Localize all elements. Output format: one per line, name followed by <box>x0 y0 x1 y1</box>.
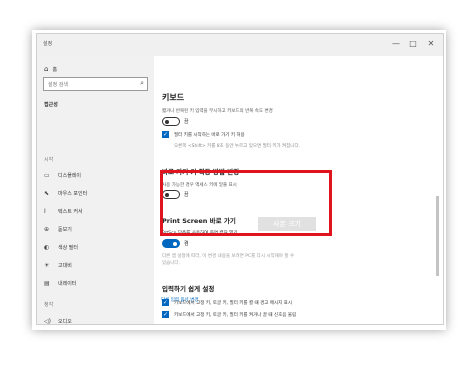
search-icon: ⌕ <box>140 79 144 87</box>
beep-checkbox[interactable]: ✓ <box>162 311 169 318</box>
sidebar: ⌂ 홈 설정 검색 ⌕ 접근성 시각 ▭ 디스플레이 ⬉ 마우스 포인터 Ⅰ 텍스트 커서 ⊕… <box>37 56 154 324</box>
print-screen-toggle-label: 켬 <box>184 241 189 247</box>
text-cursor-icon: Ⅰ <box>44 208 46 215</box>
scrollbar-thumb[interactable] <box>436 196 439 276</box>
sidebar-item-label: 돋보기 <box>58 227 72 233</box>
scrollbar[interactable] <box>432 56 443 324</box>
sidebar-home[interactable]: ⌂ 홈 <box>44 65 57 73</box>
home-icon: ⌂ <box>44 65 49 73</box>
display-icon: ▭ <box>44 172 50 179</box>
mouse-pointer-icon: ⬉ <box>44 190 50 197</box>
toggle-knob <box>173 241 177 246</box>
maximize-button[interactable]: □ <box>407 38 419 50</box>
print-screen-note-line1: 다른 앱 설정에 따라, 이 변경 내용을 보려면 PC를 다시 시작해야 할 … <box>162 254 295 259</box>
sidebar-home-label: 홈 <box>52 67 58 73</box>
sidebar-item-vision-0[interactable]: ▭ 디스플레이 <box>44 172 81 179</box>
sidebar-item-label: 오디오 <box>58 319 72 325</box>
keyboard-desc: 짧거나 반복된 키 입력을 무시하고 키보드의 반복 속도 변경 <box>162 109 273 114</box>
search-placeholder: 설정 검색 <box>48 82 68 88</box>
print-screen-toggle[interactable] <box>162 239 180 248</box>
typing-heading: 입력하기 쉽게 설정 <box>162 285 215 293</box>
sidebar-item-vision-4[interactable]: ◐ 색상 필터 <box>44 244 78 251</box>
sidebar-item-label: 색상 필터 <box>58 245 78 251</box>
magnifier-icon: ⊕ <box>44 226 50 233</box>
filter-keys-shortcut-label: 필터 키를 시작하는 바로 가기 키 허용 <box>174 133 245 138</box>
sidebar-item-vision-2[interactable]: Ⅰ 텍스트 커서 <box>44 208 83 215</box>
sidebar-item-label: 마우스 포인터 <box>58 191 88 197</box>
keyboard-heading: 키보드 <box>162 93 185 102</box>
sidebar-item-label: 내레이터 <box>58 281 77 287</box>
sidebar-item-vision-3[interactable]: ⊕ 돋보기 <box>44 226 72 233</box>
watermark: 사본 크기 <box>258 217 316 231</box>
search-input[interactable]: 설정 검색 ⌕ <box>43 77 148 91</box>
sidebar-item-hearing-0[interactable]: ◁) 오디오 <box>44 318 72 325</box>
window-title: 설정 <box>43 41 53 47</box>
filter-keys-shortcut-checkbox[interactable]: ✓ <box>162 131 169 138</box>
minimize-button[interactable]: — <box>390 38 402 50</box>
audio-icon: ◁) <box>44 318 51 325</box>
sidebar-item-vision-6[interactable]: ▤ 내레이터 <box>44 280 76 287</box>
filter-keys-shortcut-desc: 오른쪽 <Shift> 키를 8초 동안 누르고 있으면 필터 키가 켜집니다. <box>174 144 301 149</box>
print-screen-note-line2: 있습니다. <box>162 261 180 266</box>
sidebar-item-vision-5[interactable]: ☀ 고대비 <box>44 262 72 269</box>
sidebar-item-label: 고대비 <box>58 263 72 269</box>
sidebar-category-hearing: 청각 <box>44 302 54 308</box>
beep-label: 키보드에서 고정 키, 토글 키, 필터 키를 켜거나 끌 때 신호음 울림 <box>174 313 297 318</box>
other-input-options-link[interactable]: 다른 입력 옵션 변경 <box>161 297 198 303</box>
sidebar-section-title: 접근성 <box>44 102 58 108</box>
filter-keys-toggle-label: 끔 <box>184 119 189 125</box>
high-contrast-icon: ☀ <box>44 262 50 269</box>
narrator-icon: ▤ <box>44 280 50 287</box>
filter-keys-toggle[interactable] <box>162 117 180 126</box>
sidebar-item-label: 디스플레이 <box>58 173 82 179</box>
sidebar-item-label: 텍스트 커서 <box>58 209 83 215</box>
title-bar: 설정 — □ ✕ <box>37 34 443 56</box>
color-filter-icon: ◐ <box>44 244 50 251</box>
sidebar-category-vision: 시각 <box>44 157 54 163</box>
close-button[interactable]: ✕ <box>425 38 437 50</box>
toggle-knob <box>165 119 169 124</box>
sidebar-item-vision-1[interactable]: ⬉ 마우스 포인터 <box>44 190 87 197</box>
